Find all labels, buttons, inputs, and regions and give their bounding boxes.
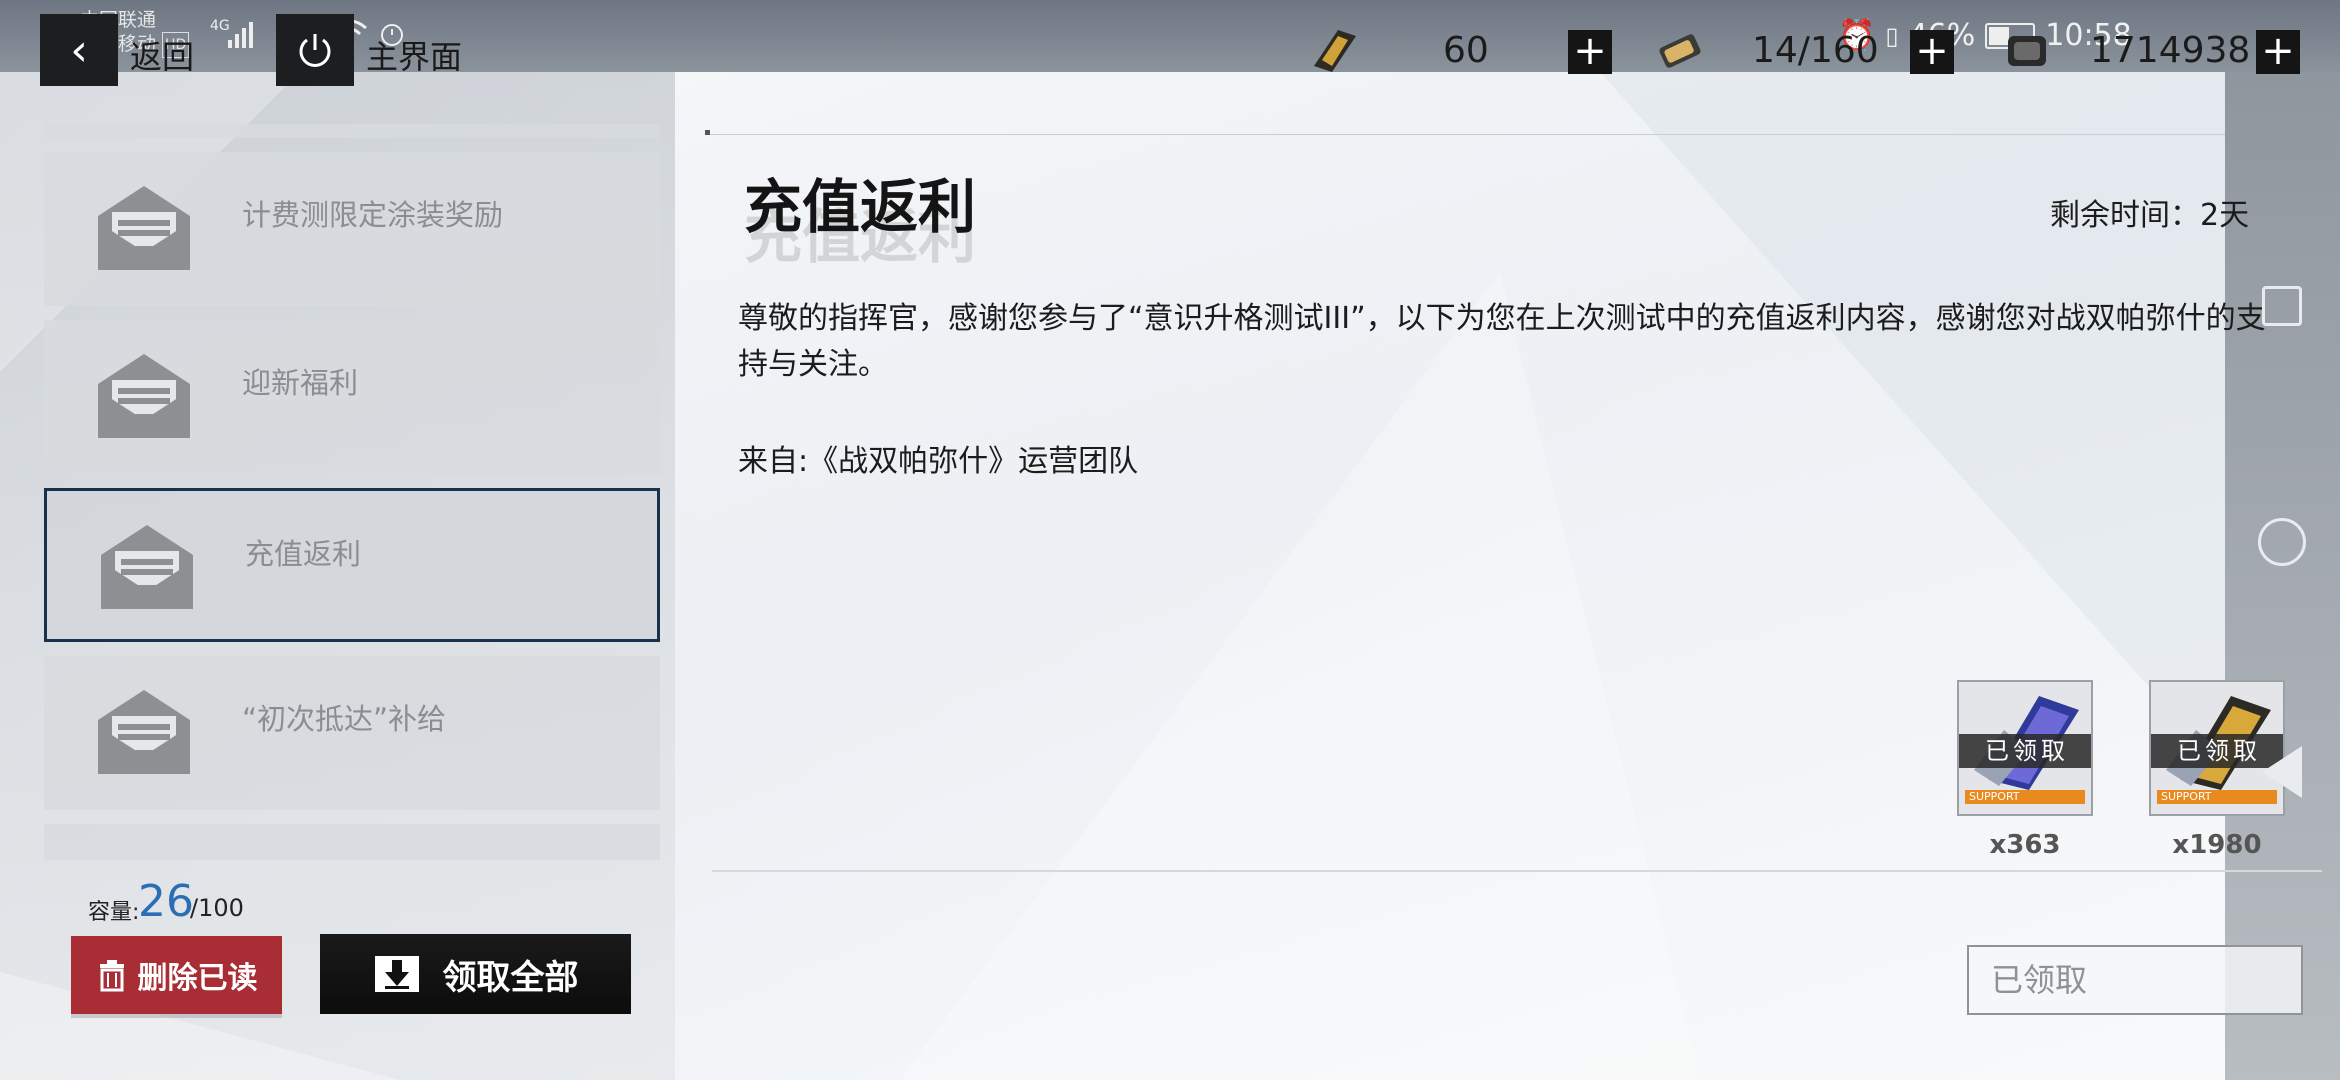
mail-item-title: 迎新福利 [242, 366, 359, 400]
mail-sender: 来自:《战双帕弥什》运营团队 [738, 444, 1139, 479]
coin-icon [2008, 36, 2046, 66]
mail-list-top-edge [44, 124, 660, 138]
download-icon [374, 956, 419, 992]
resource-value-2: 14/160 [1752, 30, 1879, 71]
capacity-label: 容量: [88, 900, 140, 925]
back-triangle-icon[interactable] [2262, 746, 2302, 798]
capacity-max: /100 [190, 894, 244, 922]
status-right: ⏰ ▯ 46% 10:58 [1838, 18, 2132, 53]
mail-item-partial[interactable] [44, 824, 660, 860]
vibrate-icon: ▯ [1885, 21, 1899, 50]
mail-title: 充值返利 [744, 173, 977, 241]
back-button[interactable]: ‹ [40, 14, 118, 86]
signal-icon [228, 22, 253, 48]
claimed-button[interactable]: 已领取 [1967, 945, 2303, 1015]
support-tag: SUPPORT [2157, 790, 2277, 804]
trash-icon [99, 960, 124, 992]
battery-stamina-icon [1659, 34, 1701, 68]
mail-item[interactable]: “初次抵达”补给 [44, 656, 660, 810]
power-icon [299, 34, 331, 67]
content-bottom-divider [712, 870, 2322, 872]
mail-item[interactable]: 迎新福利 [44, 320, 660, 474]
ticket-icon [1314, 30, 1356, 72]
mail-body: 尊敬的指挥官，感谢您参与了“意识升格测试III”，以下为您在上次测试中的充值返利… [738, 301, 2266, 382]
mail-item-title: 计费测限定涂装奖励 [242, 198, 504, 232]
mail-item-selected[interactable]: 充值返利 [44, 488, 660, 642]
home-label[interactable]: 主界面 [366, 32, 462, 78]
capacity-count: 26 [138, 876, 194, 927]
delete-read-button[interactable]: 删除已读 [71, 936, 282, 1014]
delete-read-label: 删除已读 [137, 961, 258, 996]
resource-value-3: 1714938 [2090, 30, 2251, 71]
envelope-open-icon [98, 690, 190, 774]
mail-item-title: 充值返利 [245, 537, 362, 571]
mail-item-title: “初次抵达”补给 [242, 702, 447, 736]
envelope-open-icon [98, 354, 190, 438]
content-top-divider [705, 134, 2225, 135]
envelope-open-icon [98, 186, 190, 270]
reward-item[interactable]: 已领取 SUPPORT [1957, 680, 2093, 816]
reward-quantity: x363 [1989, 830, 2061, 860]
home-circle-icon[interactable] [2258, 518, 2306, 566]
support-tag: SUPPORT [1965, 790, 2085, 804]
claim-all-label: 领取全部 [442, 957, 579, 998]
envelope-open-icon [101, 525, 193, 609]
home-button[interactable] [276, 14, 354, 86]
resource-value-1: 60 [1443, 30, 1489, 71]
claim-all-button[interactable]: 领取全部 [320, 934, 631, 1014]
add-resource-1-button[interactable]: + [1568, 30, 1612, 74]
chevron-left-icon: ‹ [70, 24, 88, 76]
recent-apps-icon[interactable] [2262, 286, 2302, 326]
reward-quantity: x1980 [2172, 830, 2262, 860]
add-resource-3-button[interactable]: + [2256, 30, 2300, 74]
corner-marker [705, 130, 710, 135]
claimed-badge: 已领取 [1959, 734, 2091, 768]
mail-item[interactable]: 计费测限定涂装奖励 [44, 152, 660, 306]
remaining-time: 剩余时间：2天 [2050, 198, 2250, 233]
add-resource-2-button[interactable]: + [1910, 30, 1954, 74]
back-label[interactable]: 返回 [130, 32, 194, 78]
